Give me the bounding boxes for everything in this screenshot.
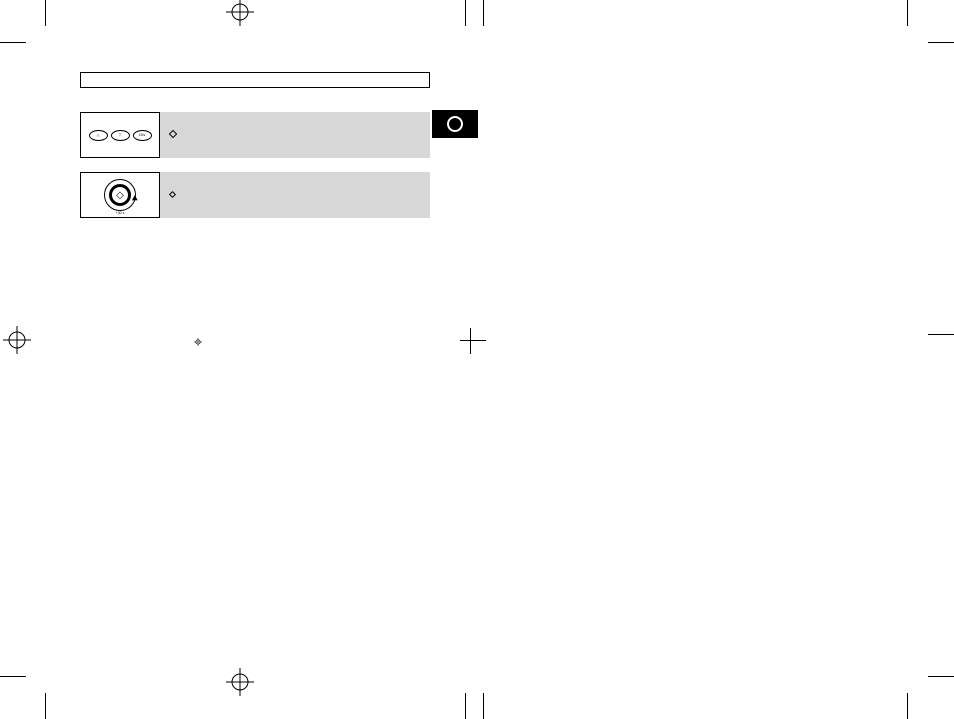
registration-mark-bottom (226, 668, 254, 696)
step-1-buttons: △ ▽ 10s (80, 112, 160, 158)
oval-button-down: ▽ (111, 130, 130, 141)
oval-button-up: △ (89, 130, 108, 141)
registration-mark-top (226, 0, 254, 26)
registration-mark-left (3, 326, 31, 354)
tab-circle-icon (447, 116, 463, 132)
page-content: △ ▽ 10s ◇ (80, 72, 430, 232)
center-marker (194, 333, 202, 341)
step-row-1: △ ▽ 10s (80, 112, 430, 158)
section-title (80, 72, 430, 88)
section-tab (432, 110, 478, 138)
oval-down-symbol: ▽ (119, 133, 122, 137)
step-row-2: ◇ +30 s (80, 172, 430, 218)
small-diamond-icon (169, 191, 176, 198)
start-dial-icon: ◇ +30 s (104, 179, 136, 211)
oval-10s-label: 10s (139, 133, 145, 137)
step-2-text (160, 172, 430, 218)
dial-30s-label: +30 s (104, 211, 136, 215)
step-1-text (160, 112, 430, 158)
dial-symbol: ◇ (116, 190, 124, 201)
oval-button-10s: 10s (133, 130, 152, 141)
diamond-icon (169, 130, 177, 138)
step-2-dial: ◇ +30 s (80, 172, 160, 218)
oval-up-symbol: △ (97, 133, 100, 137)
